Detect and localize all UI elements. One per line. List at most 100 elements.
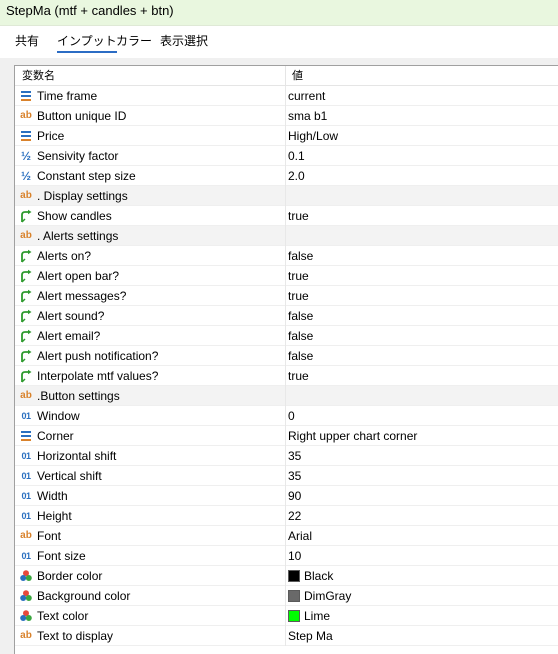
color-swatch[interactable] — [288, 610, 300, 622]
parameter-value[interactable]: 22 — [288, 510, 301, 523]
cell-divider — [285, 386, 286, 406]
fraction-icon: ½ — [20, 169, 31, 183]
grid-group-row[interactable]: ab .Button settings — [15, 386, 558, 406]
grid-row[interactable]: Alert messages? true — [15, 286, 558, 306]
parameter-name: Background color — [37, 589, 131, 603]
grid-group-row[interactable]: ab . Alerts settings — [15, 226, 558, 246]
parameter-name: . Alerts settings — [37, 229, 119, 243]
parameter-value[interactable]: sma b1 — [288, 110, 327, 123]
column-divider[interactable] — [285, 66, 286, 86]
parameter-value[interactable]: false — [288, 250, 313, 263]
parameter-value[interactable]: true — [288, 290, 309, 303]
tab-inputs[interactable]: インプット — [57, 34, 117, 53]
parameter-name: Border color — [37, 569, 103, 583]
parameter-value[interactable]: true — [288, 370, 309, 383]
grid-row[interactable]: ab Text to display Step Ma — [15, 626, 558, 646]
parameter-value[interactable]: true — [288, 270, 309, 283]
grid-group-row[interactable]: ab . Display settings — [15, 186, 558, 206]
grid-row[interactable]: Border color Black — [15, 566, 558, 586]
cell-divider — [285, 446, 286, 466]
grid-row[interactable]: 01 Width 90 — [15, 486, 558, 506]
parameter-name: Constant step size — [37, 169, 136, 183]
parameter-value[interactable]: Black — [304, 570, 333, 583]
parameter-value[interactable]: false — [288, 330, 313, 343]
parameter-value[interactable]: DimGray — [304, 590, 351, 603]
grid-row[interactable]: 01 Height 22 — [15, 506, 558, 526]
parameter-value[interactable]: false — [288, 310, 313, 323]
integer-icon: 01 — [21, 471, 31, 481]
cell-divider — [285, 286, 286, 306]
color-icon — [18, 589, 34, 603]
parameter-value[interactable]: false — [288, 350, 313, 363]
cell-divider — [285, 346, 286, 366]
parameter-value[interactable]: Lime — [304, 610, 330, 623]
grid-row[interactable]: 01 Window 0 — [15, 406, 558, 426]
grid-row[interactable]: Alerts on? false — [15, 246, 558, 266]
parameter-name: Text to display — [37, 629, 114, 643]
grid-row[interactable]: Alert email? false — [15, 326, 558, 346]
parameter-value[interactable]: current — [288, 90, 325, 103]
cell-divider — [285, 246, 286, 266]
tab-common[interactable]: 共有 — [15, 34, 39, 48]
grid-row[interactable]: Price High/Low — [15, 126, 558, 146]
input-parameters-grid: 変数名 値 Time frame current ab Button unique I… — [14, 65, 558, 654]
tab-visualization[interactable]: 表示選択 — [160, 34, 208, 48]
cell-divider — [285, 166, 286, 186]
grid-row[interactable]: ab Button unique ID sma b1 — [15, 106, 558, 126]
cell-divider — [285, 586, 286, 606]
cell-divider — [285, 606, 286, 626]
grid-row[interactable]: 01 Font size 10 — [15, 546, 558, 566]
grid-row[interactable]: 01 Vertical shift 35 — [15, 466, 558, 486]
column-header-name[interactable]: 変数名 — [22, 70, 55, 82]
integer-icon: 01 — [21, 511, 31, 521]
tab-bar: 共有 インプット カラー 表示選択 — [0, 26, 558, 58]
grid-row[interactable]: Time frame current — [15, 86, 558, 106]
enum-icon — [18, 89, 34, 103]
bool-icon — [18, 309, 34, 323]
parameter-value[interactable]: Right upper chart corner — [288, 430, 417, 443]
parameter-name: Show candles — [37, 209, 112, 223]
parameter-value[interactable]: 2.0 — [288, 170, 305, 183]
grid-row[interactable]: ½ Sensivity factor 0.1 — [15, 146, 558, 166]
parameter-value[interactable]: 35 — [288, 450, 301, 463]
grid-row[interactable]: Text color Lime — [15, 606, 558, 626]
parameter-value[interactable]: 0 — [288, 410, 295, 423]
parameter-value[interactable]: High/Low — [288, 130, 338, 143]
grid-row[interactable]: Show candles true — [15, 206, 558, 226]
cell-divider — [285, 626, 286, 646]
cell-divider — [285, 106, 286, 126]
parameter-value[interactable]: 0.1 — [288, 150, 305, 163]
grid-row[interactable]: Alert open bar? true — [15, 266, 558, 286]
color-swatch[interactable] — [288, 570, 300, 582]
cell-divider — [285, 566, 286, 586]
grid-row[interactable]: Background color DimGray — [15, 586, 558, 606]
grid-row[interactable]: 01 Horizontal shift 35 — [15, 446, 558, 466]
grid-row[interactable]: ½ Constant step size 2.0 — [15, 166, 558, 186]
column-header-value[interactable]: 値 — [292, 70, 303, 82]
string-icon: ab — [20, 230, 32, 241]
grid-row[interactable]: Corner Right upper chart corner — [15, 426, 558, 446]
grid-row[interactable]: Alert push notification? false — [15, 346, 558, 366]
parameter-name: Alert messages? — [37, 289, 127, 303]
parameter-value[interactable]: 90 — [288, 490, 301, 503]
parameter-name: Alerts on? — [37, 249, 92, 263]
parameter-value[interactable]: true — [288, 210, 309, 223]
string-icon: ab — [20, 390, 32, 401]
title-bar: StepMa (mtf + candles + btn) — [0, 0, 558, 26]
parameter-name: Button unique ID — [37, 109, 127, 123]
bool-icon — [18, 289, 34, 303]
grid-row[interactable]: Interpolate mtf values? true — [15, 366, 558, 386]
grid-row[interactable]: ab Font Arial — [15, 526, 558, 546]
parameter-name: Sensivity factor — [37, 149, 119, 163]
grid-row[interactable]: Alert sound? false — [15, 306, 558, 326]
color-swatch[interactable] — [288, 590, 300, 602]
cell-divider — [285, 486, 286, 506]
parameter-value[interactable]: 10 — [288, 550, 301, 563]
string-icon: ab — [20, 110, 32, 121]
parameter-value[interactable]: 35 — [288, 470, 301, 483]
bool-icon — [18, 369, 34, 383]
parameter-value[interactable]: Arial — [288, 530, 312, 543]
tab-colors[interactable]: カラー — [116, 34, 152, 48]
parameter-value[interactable]: Step Ma — [288, 630, 333, 643]
tab-panel: 変数名 値 Time frame current ab Button unique I… — [0, 58, 558, 654]
